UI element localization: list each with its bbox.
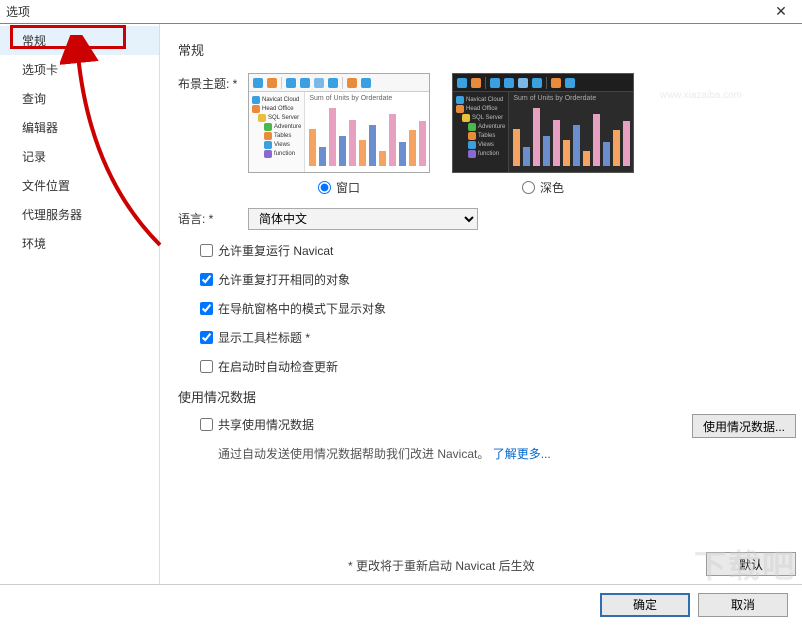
sidebar: 常规 选项卡 查询 编辑器 记录 文件位置 代理服务器 环境 <box>0 24 160 584</box>
footer: 确定 取消 <box>0 584 802 624</box>
check-multiple-objects[interactable] <box>200 273 213 286</box>
check-show-schema[interactable] <box>200 302 213 315</box>
theme-option-dark[interactable]: Navicat CloudHead OfficeSQL ServerAdvent… <box>452 73 634 196</box>
usage-data-button[interactable]: 使用情况数据... <box>692 414 796 438</box>
restart-note: * 更改将于重新启动 Navicat 后生效 <box>348 557 535 574</box>
close-icon[interactable]: ✕ <box>766 3 796 20</box>
ok-button[interactable]: 确定 <box>600 593 690 617</box>
usage-heading: 使用情况数据 <box>178 387 784 406</box>
theme-radio-window[interactable] <box>318 181 331 194</box>
learn-more-link[interactable]: 了解更多... <box>493 447 551 461</box>
window-title: 选项 <box>6 3 766 20</box>
check-toolbar-title[interactable] <box>200 331 213 344</box>
language-select[interactable]: 简体中文 <box>248 208 478 230</box>
sidebar-item-filelocation[interactable]: 文件位置 <box>0 171 159 200</box>
sidebar-item-proxy[interactable]: 代理服务器 <box>0 200 159 229</box>
sidebar-item-editor[interactable]: 编辑器 <box>0 113 159 142</box>
theme-preview-dark: Navicat CloudHead OfficeSQL ServerAdvent… <box>452 73 634 173</box>
theme-option-window[interactable]: Navicat CloudHead OfficeSQL ServerAdvent… <box>248 73 430 196</box>
check-share-usage[interactable] <box>200 418 213 431</box>
cancel-button[interactable]: 取消 <box>698 593 788 617</box>
content-panel: 常规 布景主题: * Navicat CloudHead OfficeSQL S… <box>160 24 802 584</box>
usage-desc: 通过自动发送使用情况数据帮助我们改进 Navicat。 了解更多... <box>218 445 784 462</box>
theme-preview-light: Navicat CloudHead OfficeSQL ServerAdvent… <box>248 73 430 173</box>
sidebar-item-query[interactable]: 查询 <box>0 84 159 113</box>
check-multiple-navicat[interactable] <box>200 244 213 257</box>
section-heading: 常规 <box>178 40 784 59</box>
sidebar-item-tabs[interactable]: 选项卡 <box>0 55 159 84</box>
titlebar: 选项 ✕ <box>0 0 802 24</box>
sidebar-item-env[interactable]: 环境 <box>0 229 159 258</box>
lang-label: 语言: * <box>178 208 248 227</box>
default-button[interactable]: 默认 <box>706 552 796 576</box>
theme-label: 布景主题: * <box>178 73 248 92</box>
check-auto-update[interactable] <box>200 360 213 373</box>
sidebar-item-general[interactable]: 常规 <box>0 26 159 55</box>
sidebar-item-record[interactable]: 记录 <box>0 142 159 171</box>
theme-radio-dark[interactable] <box>522 181 535 194</box>
